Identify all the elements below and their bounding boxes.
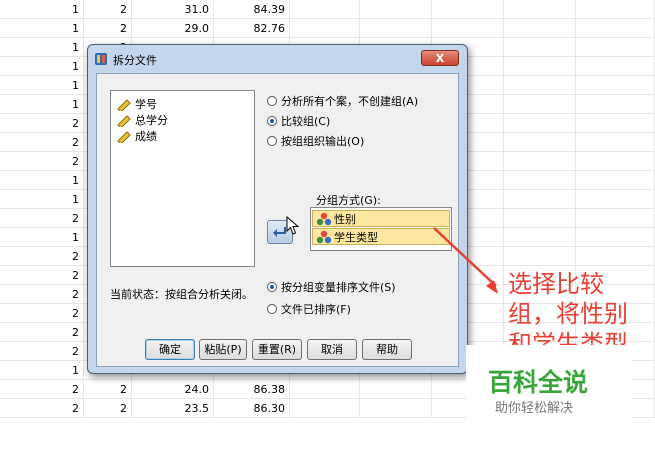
watermark-title: 百科全说 bbox=[488, 368, 589, 397]
watermark-subtitle: 助你轻松解决 bbox=[495, 401, 574, 416]
mouse-cursor-icon bbox=[286, 216, 300, 235]
annotation-line: 组，将性别 bbox=[508, 300, 628, 328]
annotation-line: 选择比较 bbox=[508, 270, 604, 298]
watermark-logo: 百科全说 助你轻松解决 bbox=[466, 345, 632, 427]
